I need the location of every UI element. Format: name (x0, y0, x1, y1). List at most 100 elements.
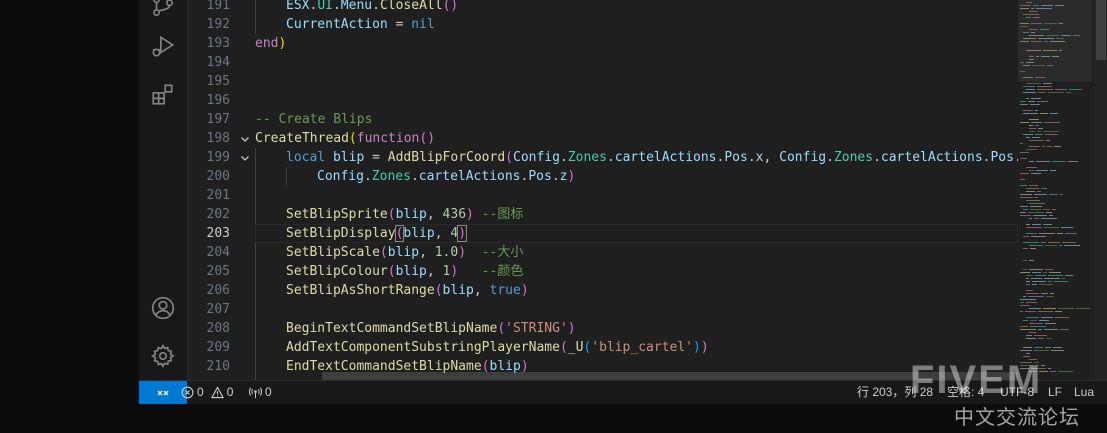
minimap-line (1039, 233, 1055, 234)
fold-chevron-icon[interactable] (238, 148, 252, 167)
code-line: end) (255, 36, 287, 51)
minimap-line (1020, 179, 1025, 180)
minimap-line (1026, 224, 1030, 225)
line-number: 205 (206, 264, 230, 279)
minimap-line (1020, 143, 1023, 144)
minimap-line (1028, 212, 1044, 213)
minimap-line (1043, 131, 1059, 132)
minimap-line (1020, 206, 1028, 207)
minimap-line (1023, 92, 1036, 93)
minimap-line (1062, 242, 1076, 243)
minimap-line (1044, 122, 1060, 123)
minimap-line (1023, 269, 1027, 270)
minimap-line (1034, 218, 1039, 219)
minimap-line (1060, 194, 1063, 195)
minimap-line (1020, 299, 1036, 300)
minimap-line (1023, 209, 1028, 210)
account-icon[interactable] (139, 288, 187, 328)
minimap-line (1054, 146, 1061, 147)
window-edge-gap (0, 0, 139, 433)
minimap-line (1023, 356, 1030, 357)
minimap-line (1050, 293, 1054, 294)
fold-chevron-icon[interactable] (238, 129, 252, 148)
code-line: -- Create Blips (255, 112, 373, 127)
code-line: CurrentAction = nil (286, 17, 435, 32)
code-line: SetBlipAsShortRange(blip, true) (286, 283, 529, 298)
horizontal-scrollbar[interactable] (322, 372, 1018, 380)
minimap-line (1020, 350, 1032, 351)
source-control-icon[interactable] (139, 0, 187, 26)
minimap-line (1030, 326, 1046, 327)
minimap-line (1043, 308, 1056, 309)
minimap-line (1029, 332, 1036, 333)
line-number: 208 (206, 321, 230, 336)
minimap-line (1026, 317, 1039, 318)
minimap-line (1031, 368, 1046, 369)
minimap-line (1052, 209, 1056, 210)
minimap-line (1020, 362, 1032, 363)
minimap-line (1043, 83, 1052, 84)
minimap-line (1029, 185, 1038, 186)
run-debug-icon[interactable] (139, 26, 187, 66)
minimap-line (1026, 290, 1033, 291)
ports-indicator[interactable]: 0 (249, 381, 272, 404)
remote-indicator-button[interactable] (139, 381, 187, 404)
indentation-selector[interactable]: 空格: 4 (947, 381, 984, 404)
cursor-position[interactable]: 行 203，列 28 (857, 381, 933, 404)
eol-selector[interactable]: LF (1048, 381, 1062, 404)
minimap-line (1032, 224, 1041, 225)
minimap-line (1059, 245, 1062, 246)
minimap-line (1020, 302, 1024, 303)
minimap-line (1041, 188, 1047, 189)
minimap-line (1038, 92, 1046, 93)
minimap-line (1029, 170, 1034, 171)
minimap-line (1046, 296, 1054, 297)
line-number: 192 (206, 17, 230, 32)
minimap-line (1036, 161, 1050, 162)
minimap-line (1020, 212, 1026, 213)
code-area[interactable]: ESX.UI.Menu.CloseAll() CurrentAction = n… (255, 0, 1018, 380)
minimap-line (1061, 227, 1073, 228)
minimap-line (1048, 275, 1063, 276)
code-line: CreateThread(function() (255, 131, 436, 146)
line-number: 195 (206, 74, 230, 89)
settings-gear-icon[interactable] (139, 336, 187, 376)
minimap-line (1045, 134, 1058, 135)
minimap-line (1046, 212, 1052, 213)
encoding-selector[interactable]: UTF-8 (1000, 381, 1034, 404)
problems-indicator[interactable]: 0 0 (181, 381, 233, 404)
vertical-scrollbar-thumb[interactable] (1096, 0, 1106, 60)
code-editor[interactable]: 191 192 193 194 195 196 197 198 199 200 … (188, 0, 1018, 380)
minimap-line (1026, 335, 1032, 336)
minimap-line (1065, 233, 1077, 234)
minimap-line (1029, 146, 1040, 147)
minimap-line (1046, 140, 1050, 141)
minimap-slider[interactable] (1018, 0, 1092, 82)
minimap-line (1026, 281, 1030, 282)
minimap-line (1043, 272, 1047, 273)
minimap-line (1041, 365, 1045, 366)
minimap-line (1025, 311, 1036, 312)
minimap-line (1020, 329, 1036, 330)
minimap-line (1066, 92, 1071, 93)
minimap-line (1036, 365, 1039, 366)
language-mode-selector[interactable]: Lua (1074, 381, 1094, 404)
extensions-icon[interactable] (139, 74, 187, 114)
minimap-line (1023, 320, 1028, 321)
minimap-line (1020, 101, 1026, 102)
line-number: 193 (206, 36, 230, 51)
minimap-line (1023, 86, 1035, 87)
minimap-line (1058, 371, 1073, 372)
minimap-line (1029, 119, 1039, 120)
minimap-line (1026, 200, 1040, 201)
minimap-line (1020, 158, 1027, 159)
line-number: 204 (206, 245, 230, 260)
warning-icon (210, 386, 224, 399)
minimap-line (1029, 203, 1045, 204)
minimap-line (1049, 215, 1053, 216)
minimap[interactable] (1018, 0, 1107, 380)
broadcast-icon (249, 387, 262, 399)
minimap-line (1023, 236, 1029, 237)
minimap-line (1020, 365, 1034, 366)
vscode-window: 191 192 193 194 195 196 197 198 199 200 … (0, 0, 1107, 433)
